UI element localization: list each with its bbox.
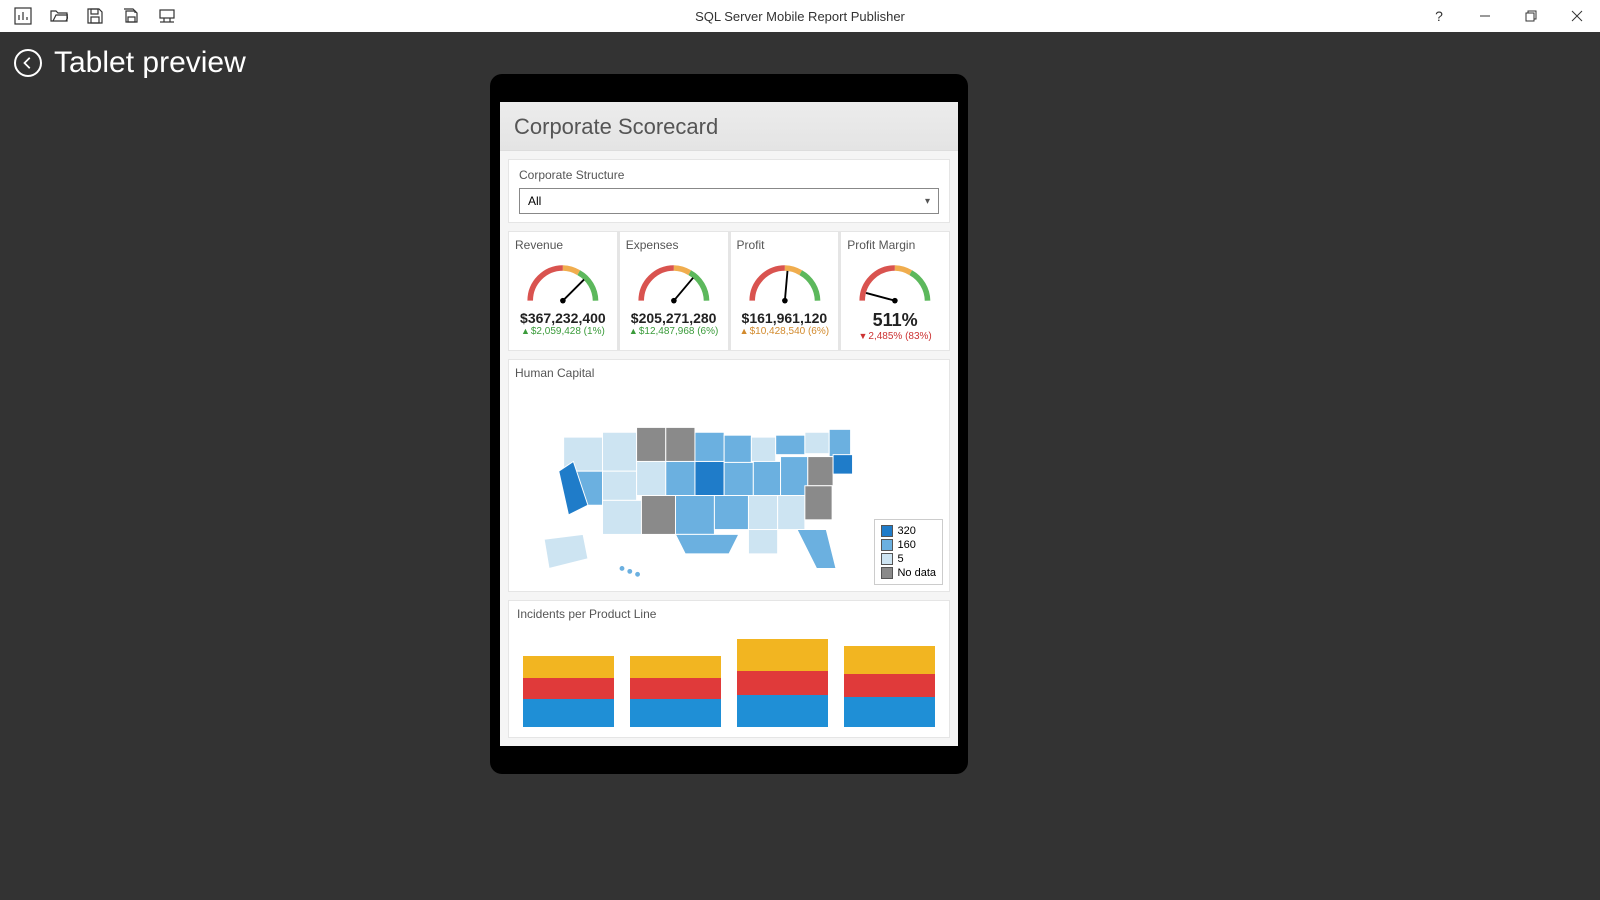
tablet-frame: Corporate Scorecard Corporate Structure … <box>490 74 968 774</box>
server-icon[interactable] <box>158 7 176 25</box>
chevron-down-icon: ▾ <box>925 196 930 207</box>
report-title: Corporate Scorecard <box>500 102 958 151</box>
gauge-revenue[interactable]: Revenue $367,232,400 ▲$2,059,428 (1%) <box>508 231 618 351</box>
gauge-icon <box>513 254 613 310</box>
bar-line-b <box>630 656 721 727</box>
filter-panel: Corporate Structure All ▾ <box>508 159 950 223</box>
bar-line-c <box>737 639 828 727</box>
gauge-icon <box>845 254 945 310</box>
incidents-chart <box>517 627 941 727</box>
bar-line-a <box>523 656 614 727</box>
help-button[interactable]: ? <box>1416 0 1462 32</box>
gauge-row: Revenue $367,232,400 ▲$2,059,428 (1%) Ex <box>508 231 950 351</box>
map-legend: 320 160 5 No data <box>874 519 943 585</box>
title-bar: SQL Server Mobile Report Publisher ? <box>0 0 1600 32</box>
maximize-button[interactable] <box>1508 0 1554 32</box>
map-panel[interactable]: Human Capital <box>508 359 950 592</box>
chart-icon[interactable] <box>14 7 32 25</box>
gauge-profit[interactable]: Profit $161,961,120 ▲$10,428,540 (6%) <box>730 231 840 351</box>
dropdown-value: All <box>528 194 541 208</box>
gauge-icon <box>624 254 724 310</box>
incidents-panel[interactable]: Incidents per Product Line <box>508 600 950 738</box>
close-button[interactable] <box>1554 0 1600 32</box>
gauge-expenses[interactable]: Expenses $205,271,280 ▲$12,487,968 (6%) <box>619 231 729 351</box>
map-label: Human Capital <box>515 366 943 380</box>
filter-label: Corporate Structure <box>519 168 939 182</box>
save-icon[interactable] <box>86 7 104 25</box>
gauge-profit-margin[interactable]: Profit Margin 511% ▼2,485% (83%) <box>840 231 950 351</box>
minimize-button[interactable] <box>1462 0 1508 32</box>
back-button[interactable] <box>14 49 42 77</box>
tablet-screen: Corporate Scorecard Corporate Structure … <box>500 102 958 746</box>
save-all-icon[interactable] <box>122 7 140 25</box>
open-icon[interactable] <box>50 7 68 25</box>
preview-title: Tablet preview <box>54 46 246 80</box>
gauge-icon <box>735 254 835 310</box>
app-title: SQL Server Mobile Report Publisher <box>0 9 1600 24</box>
bar-line-d <box>844 646 935 727</box>
corporate-structure-dropdown[interactable]: All ▾ <box>519 188 939 214</box>
